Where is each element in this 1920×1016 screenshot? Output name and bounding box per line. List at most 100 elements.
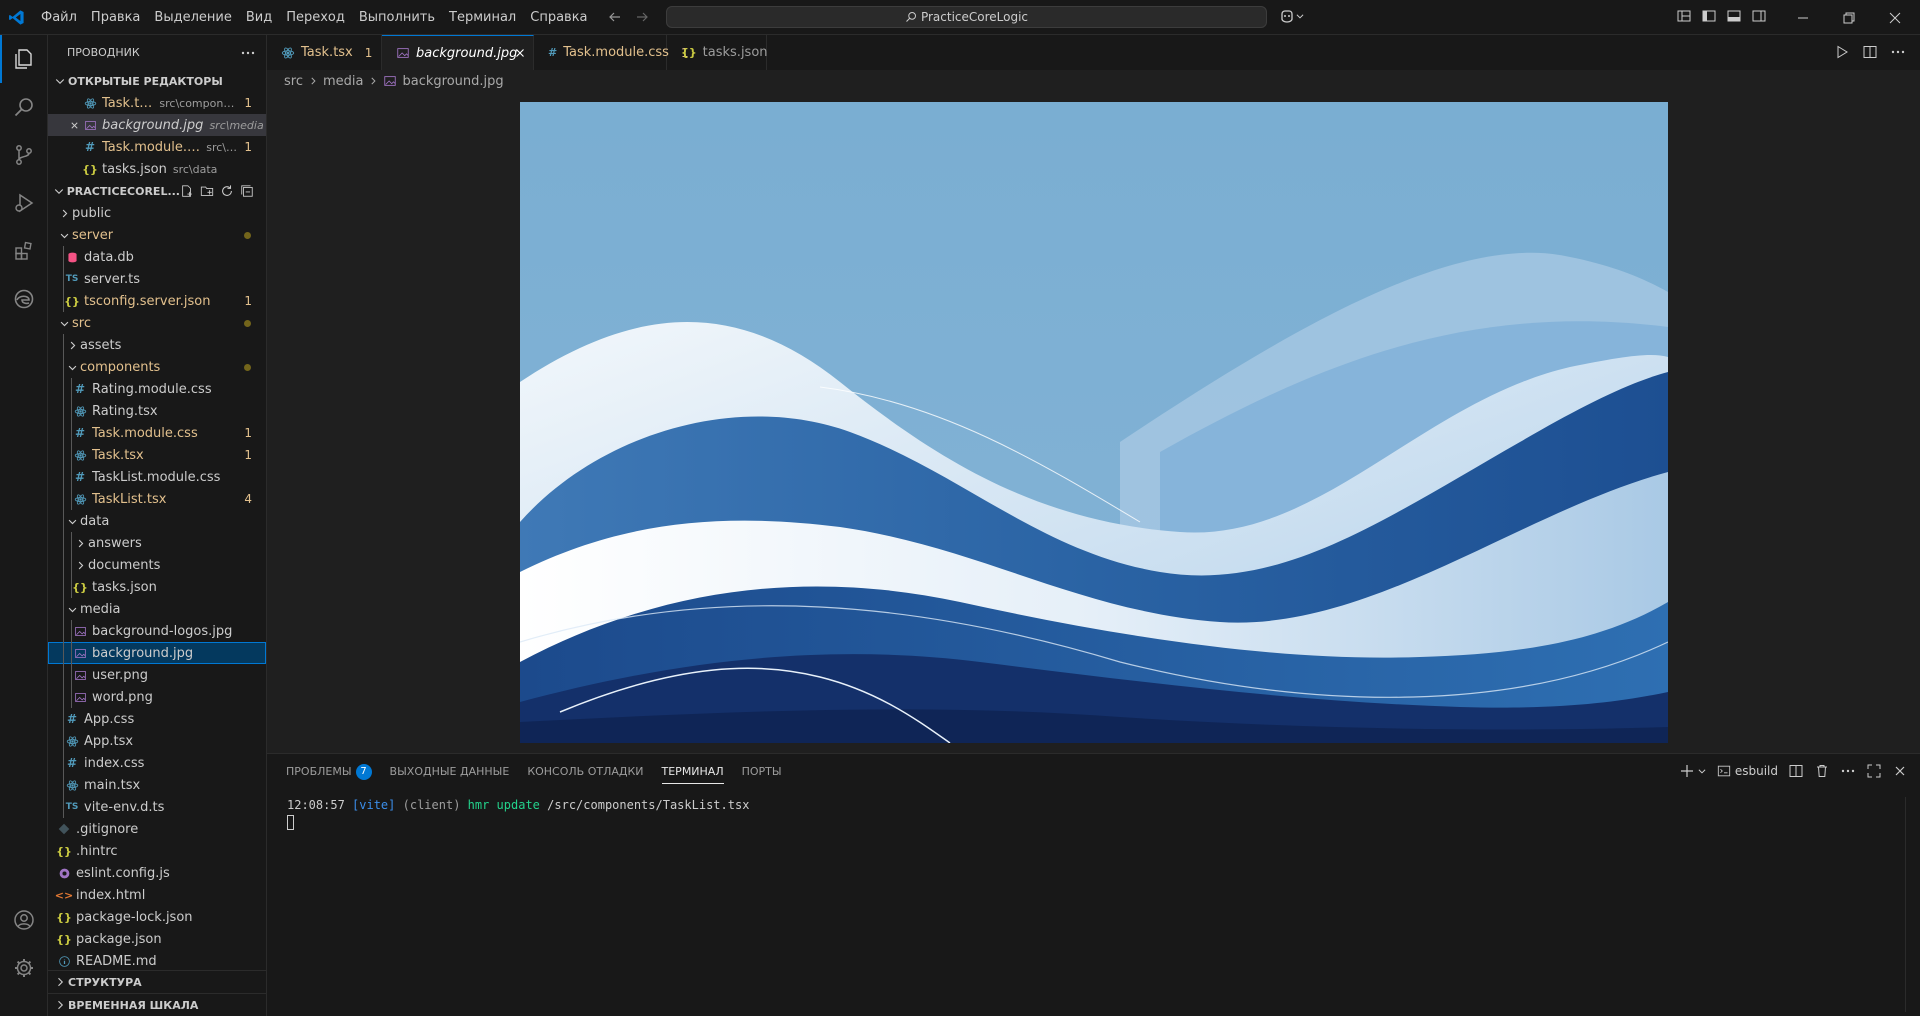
tree-folder[interactable]: documents — [48, 554, 266, 576]
tree-file[interactable]: README.md — [48, 950, 266, 972]
tree-file[interactable]: {} package-lock.json — [48, 906, 266, 928]
tree-file[interactable]: TaskList.tsx 4 — [48, 488, 266, 510]
menu-run[interactable]: Выполнить — [352, 0, 442, 35]
close-icon[interactable] — [1892, 763, 1908, 779]
search-activity[interactable] — [0, 83, 48, 131]
tree-file[interactable]: background-logos.jpg — [48, 620, 266, 642]
more-actions-icon[interactable] — [240, 45, 256, 61]
tab-background-jpg[interactable]: background.jpg — [382, 35, 534, 70]
refresh-icon[interactable] — [220, 184, 234, 198]
tree-file[interactable]: Rating.tsx — [48, 400, 266, 422]
project-header[interactable]: PRACTICECOREL... — [48, 180, 266, 202]
close-icon[interactable] — [513, 46, 527, 60]
close-window-button[interactable] — [1872, 0, 1918, 35]
tree-file[interactable]: # TaskList.module.css — [48, 466, 266, 488]
extensions-activity[interactable] — [0, 227, 48, 275]
menu-terminal[interactable]: Терминал — [442, 0, 523, 35]
breadcrumb-item[interactable]: media — [323, 74, 364, 89]
tree-file[interactable]: {} tasks.json — [48, 576, 266, 598]
open-editor-item[interactable]: # Task.module.css src\c... 1 — [48, 136, 266, 158]
arrow-right-icon[interactable] — [634, 9, 650, 25]
timeline-header[interactable]: ВРЕМЕННАЯ ШКАЛА — [48, 993, 266, 1016]
tree-file[interactable]: TS vite-env.d.ts — [48, 796, 266, 818]
toggle-panel-icon[interactable] — [1726, 8, 1742, 24]
tree-folder[interactable]: public — [48, 202, 266, 224]
tree-file[interactable]: data.db — [48, 246, 266, 268]
run-icon[interactable] — [1834, 44, 1850, 60]
collapse-all-icon[interactable] — [240, 184, 254, 198]
more-actions-icon[interactable] — [1840, 763, 1856, 779]
tree-file[interactable]: # index.css — [48, 752, 266, 774]
tree-folder[interactable]: components — [48, 356, 266, 378]
tree-file[interactable]: main.tsx — [48, 774, 266, 796]
menu-view[interactable]: Вид — [239, 0, 279, 35]
breadcrumb-item[interactable]: src — [284, 74, 303, 89]
tree-folder[interactable]: data — [48, 510, 266, 532]
tree-folder[interactable]: media — [48, 598, 266, 620]
new-terminal-icon[interactable] — [1679, 763, 1695, 779]
terminal-scrollbar[interactable] — [1905, 797, 1920, 1012]
chevron-down-icon[interactable] — [1697, 766, 1707, 776]
explorer-activity[interactable] — [0, 35, 48, 83]
minimize-button[interactable] — [1780, 0, 1826, 35]
toggle-secondary-sidebar-icon[interactable] — [1751, 8, 1767, 24]
split-editor-icon[interactable] — [1862, 44, 1878, 60]
tree-file[interactable]: user.png — [48, 664, 266, 686]
tree-file[interactable]: # App.css — [48, 708, 266, 730]
tab-output[interactable]: ВЫХОДНЫЕ ДАННЫЕ — [381, 754, 519, 790]
tree-file[interactable]: TS server.ts — [48, 268, 266, 290]
arrow-left-icon[interactable] — [607, 9, 623, 25]
toggle-primary-sidebar-icon[interactable] — [1701, 8, 1717, 24]
tree-file[interactable]: {} .hintrc — [48, 840, 266, 862]
menu-go[interactable]: Переход — [279, 0, 352, 35]
open-editor-item[interactable]: Task.tsx src\compone... 1 — [48, 92, 266, 114]
tab-debug-console[interactable]: КОНСОЛЬ ОТЛАДКИ — [518, 754, 652, 790]
tab-tasks-json[interactable]: {} tasks.json — [667, 35, 768, 70]
breadcrumb-item[interactable]: background.jpg — [402, 74, 503, 89]
outline-header[interactable]: СТРУКТУРА — [48, 970, 266, 993]
tree-folder[interactable]: answers — [48, 532, 266, 554]
tab-task-tsx[interactable]: Task.tsx 1 — [267, 35, 382, 70]
tree-file[interactable]: background.jpg — [48, 642, 266, 664]
menu-help[interactable]: Справка — [523, 0, 594, 35]
accounts-activity[interactable] — [0, 896, 48, 944]
tree-file[interactable]: # Task.module.css 1 — [48, 422, 266, 444]
new-file-icon[interactable] — [180, 184, 194, 198]
manage-activity[interactable] — [0, 944, 48, 992]
close-icon[interactable] — [66, 114, 82, 136]
menu-edit[interactable]: Правка — [84, 0, 147, 35]
menu-selection[interactable]: Выделение — [147, 0, 238, 35]
tree-file[interactable]: eslint.config.js — [48, 862, 266, 884]
edge-devtools-activity[interactable] — [0, 275, 48, 323]
tree-file[interactable]: word.png — [48, 686, 266, 708]
tree-file[interactable]: Task.tsx 1 — [48, 444, 266, 466]
tree-file[interactable]: {} package.json — [48, 928, 266, 950]
run-debug-activity[interactable] — [0, 179, 48, 227]
tree-file[interactable]: # Rating.module.css — [48, 378, 266, 400]
more-actions-icon[interactable] — [1890, 44, 1906, 60]
command-center-search[interactable]: PracticeCoreLogic — [666, 6, 1267, 28]
tab-terminal[interactable]: ТЕРМИНАЛ — [653, 754, 733, 790]
tab-problems[interactable]: ПРОБЛЕМЫ 7 — [277, 754, 381, 790]
split-terminal-icon[interactable] — [1788, 763, 1804, 779]
tab-task-module-css[interactable]: # Task.module.css 1 — [534, 35, 689, 70]
trash-icon[interactable] — [1814, 763, 1830, 779]
tree-file[interactable]: App.tsx — [48, 730, 266, 752]
copilot-button[interactable] — [1279, 8, 1305, 24]
tab-ports[interactable]: ПОРТЫ — [733, 754, 791, 790]
tree-file[interactable]: .gitignore — [48, 818, 266, 840]
source-control-activity[interactable] — [0, 131, 48, 179]
open-editor-item[interactable]: {} tasks.json src\data — [48, 158, 266, 180]
terminal-selector[interactable]: esbuild — [1717, 764, 1778, 778]
new-folder-icon[interactable] — [200, 184, 214, 198]
open-editors-header[interactable]: ОТКРЫТЫЕ РЕДАКТОРЫ — [48, 70, 266, 92]
tree-folder[interactable]: assets — [48, 334, 266, 356]
tree-file[interactable]: <> index.html — [48, 884, 266, 906]
maximize-panel-icon[interactable] — [1866, 763, 1882, 779]
restore-button[interactable] — [1826, 0, 1872, 35]
customize-layout-icon[interactable] — [1676, 8, 1692, 24]
menu-file[interactable]: Файл — [34, 0, 84, 35]
tree-folder[interactable]: src — [48, 312, 266, 334]
tree-file[interactable]: {} tsconfig.server.json 1 — [48, 290, 266, 312]
terminal-output[interactable]: 12:08:57 [vite] (client) hmr update /src… — [287, 797, 749, 831]
